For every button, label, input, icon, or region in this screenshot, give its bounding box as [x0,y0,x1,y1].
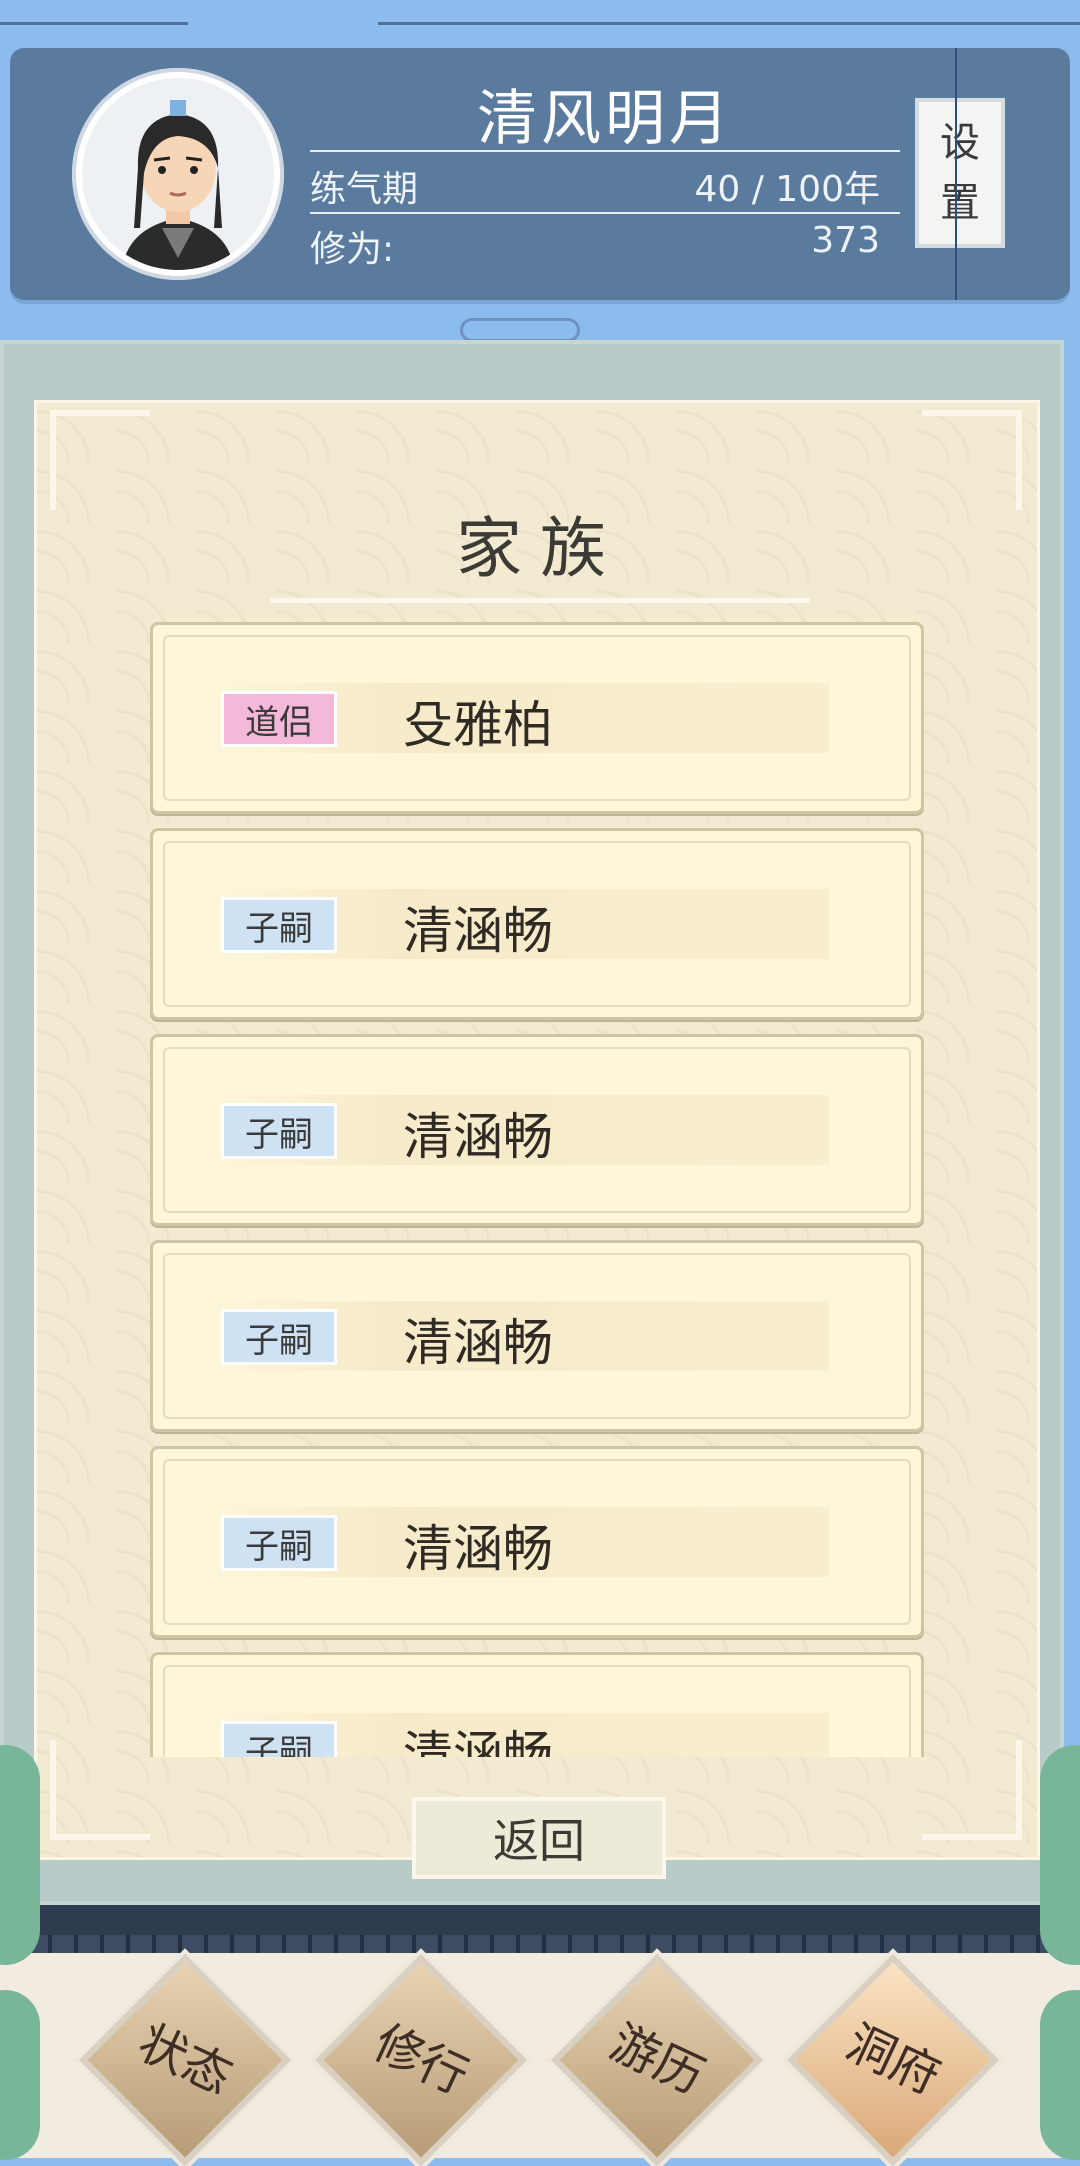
settings-hanging-line [955,48,957,300]
avatar[interactable] [72,68,284,280]
corner-ornament-top-left [50,410,150,510]
member-name: 清涵畅 [403,1726,553,1757]
family-member-card[interactable]: 子嗣 清涵畅 [150,1446,924,1638]
family-member-card[interactable]: 子嗣 清涵畅 [150,1652,924,1757]
player-name: 清风明月 [477,84,733,154]
cultivation-value: 373 [811,220,880,261]
member-name: 清涵畅 [403,1520,553,1578]
panel-title: 家族 [456,510,624,587]
tree-decoration-left-bottom [0,1990,40,2160]
character-portrait-icon [122,100,234,270]
relation-tag: 子嗣 [221,1103,337,1159]
tree-decoration-right-top [1040,1745,1080,1965]
roof-tiles [0,1935,1080,1953]
family-member-card[interactable]: 子嗣 清涵畅 [150,1034,924,1226]
settings-label-top: 设 [940,120,980,166]
relation-tag: 道侣 [221,691,337,747]
realm-progress-value: 40 / 100年 [694,169,880,210]
settings-label-bottom: 置 [940,180,980,226]
member-name: 清涵畅 [403,1108,553,1166]
realm-label: 练气期 [310,169,419,210]
top-deco-line-right [378,22,1080,25]
avatar-portrait [82,78,274,270]
tree-decoration-left-top [0,1745,40,1965]
relation-tag: 子嗣 [221,1309,337,1365]
top-deco-line-left [0,22,188,25]
header-divider-2 [310,212,900,214]
family-member-card[interactable]: 子嗣 清涵畅 [150,1240,924,1432]
settings-button[interactable]: 设 置 [915,98,1005,248]
relation-tag: 子嗣 [221,1515,337,1571]
player-header: 清风明月 练气期 40 / 100年 修为: 373 设 置 [10,48,1070,300]
corner-ornament-top-right [922,410,1022,510]
back-button[interactable]: 返回 [412,1797,666,1879]
relation-tag: 子嗣 [221,1721,337,1757]
cultivation-label: 修为: [310,229,395,270]
header-deco-pill [460,318,580,342]
family-member-card[interactable]: 子嗣 清涵畅 [150,828,924,1020]
family-member-list[interactable]: 道侣 殳雅柏 子嗣 清涵畅 子嗣 清涵畅 子嗣 清涵畅 子嗣 清涵畅 子嗣 清涵… [150,622,928,1757]
title-underline [270,598,810,603]
member-name: 清涵畅 [403,902,553,960]
family-member-card[interactable]: 道侣 殳雅柏 [150,622,924,814]
member-name: 殳雅柏 [403,696,553,754]
corner-ornament-bottom-left [50,1740,150,1840]
tree-decoration-right-bottom [1040,1990,1080,2160]
corner-ornament-bottom-right [922,1740,1022,1840]
relation-tag: 子嗣 [221,897,337,953]
header-divider-1 [310,150,900,152]
member-name: 清涵畅 [403,1314,553,1372]
